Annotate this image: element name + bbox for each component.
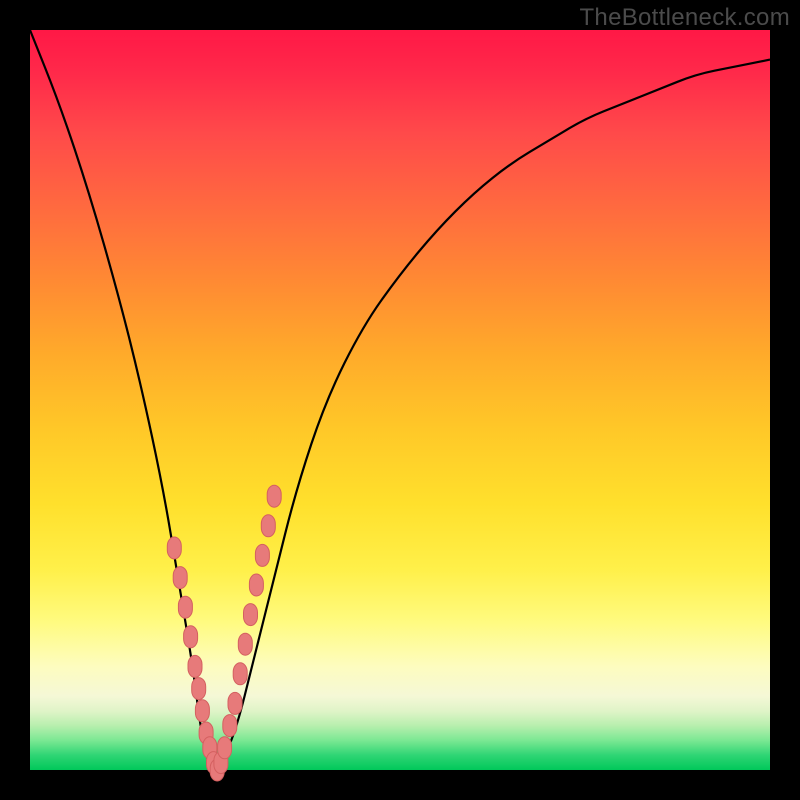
curve-marker — [184, 626, 198, 648]
curve-marker — [267, 485, 281, 507]
curve-marker — [195, 700, 209, 722]
curve-marker — [223, 715, 237, 737]
curve-marker — [238, 633, 252, 655]
plot-area — [30, 30, 770, 770]
chart-svg — [30, 30, 770, 770]
curve-marker — [167, 537, 181, 559]
curve-marker — [228, 692, 242, 714]
curve-marker — [173, 567, 187, 589]
curve-marker — [192, 678, 206, 700]
curve-marker — [261, 515, 275, 537]
curve-marker — [218, 737, 232, 759]
curve-marker — [178, 596, 192, 618]
watermark-text: TheBottleneck.com — [579, 4, 790, 32]
curve-marker — [249, 574, 263, 596]
bottleneck-curve — [30, 30, 770, 768]
curve-marker — [244, 604, 258, 626]
curve-marker — [255, 544, 269, 566]
chart-frame: TheBottleneck.com — [0, 0, 800, 800]
marker-group — [167, 485, 281, 781]
curve-marker — [188, 655, 202, 677]
curve-marker — [233, 663, 247, 685]
